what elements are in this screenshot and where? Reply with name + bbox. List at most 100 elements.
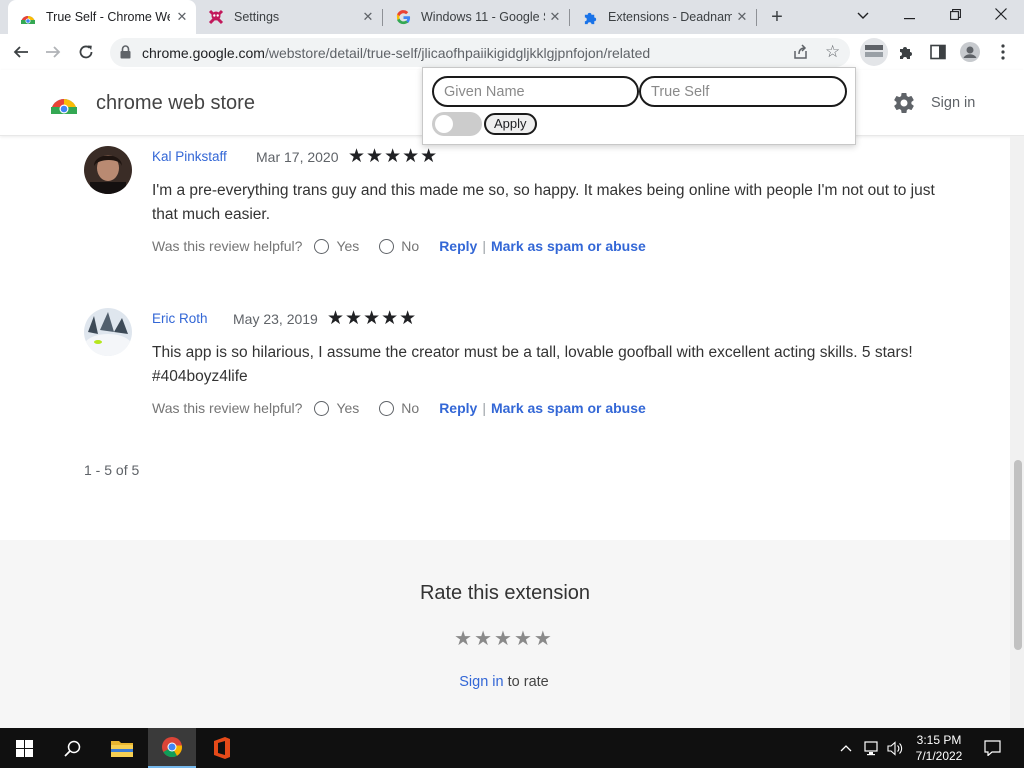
reply-link[interactable]: Reply	[439, 400, 477, 416]
review-star-rating: ★★★★★	[327, 308, 418, 329]
side-panel-icon	[930, 44, 946, 60]
helpful-yes-label: Yes	[336, 400, 360, 416]
mark-spam-link[interactable]: Mark as spam or abuse	[491, 400, 646, 416]
tab-title: True Self - Chrome Web Store	[46, 10, 170, 24]
extensions-button[interactable]	[893, 39, 919, 65]
clock-date: 7/1/2022	[915, 749, 963, 763]
review-item: Eric Roth May 23, 2019 ★★★★★ This app is…	[84, 308, 944, 428]
address-bar[interactable]: chrome.google.com/webstore/detail/true-s…	[110, 38, 850, 67]
close-tab-icon[interactable]: ✕	[734, 9, 750, 25]
google-icon	[395, 9, 411, 25]
side-panel-button[interactable]	[925, 39, 951, 65]
close-tab-icon[interactable]: ✕	[174, 9, 190, 25]
minimize-button[interactable]	[886, 0, 932, 34]
true-self-extension-icon	[865, 45, 883, 57]
taskbar-clock[interactable]: 3:15 PM 7/1/2022	[906, 732, 972, 764]
office-taskbar-button[interactable]	[198, 728, 246, 768]
search-button[interactable]	[48, 728, 96, 768]
store-title[interactable]: chrome web store	[96, 92, 255, 115]
rate-signin-line: Sign in to rate	[0, 674, 1008, 690]
file-explorer-button[interactable]	[98, 728, 146, 768]
rate-section: Rate this extension ★★★★★ Sign in to rat…	[0, 540, 1024, 728]
close-tab-icon[interactable]: ✕	[547, 9, 563, 25]
chevron-up-icon	[840, 745, 852, 752]
given-name-input[interactable]	[432, 76, 639, 107]
helpful-no-label: No	[401, 238, 420, 254]
arrow-right-icon	[46, 46, 61, 58]
tab-separator	[756, 9, 757, 26]
windows-logo-icon	[15, 739, 33, 757]
chrome-menu-button[interactable]	[990, 39, 1016, 65]
chevron-down-icon	[857, 12, 869, 19]
true-self-input[interactable]	[639, 76, 847, 107]
review-star-rating: ★★★★★	[348, 146, 439, 167]
mark-spam-link[interactable]: Mark as spam or abuse	[491, 238, 646, 254]
review-item: Kal Pinkstaff Mar 17, 2020 ★★★★★ I'm a p…	[84, 146, 944, 266]
show-hidden-icons-button[interactable]	[836, 728, 856, 768]
gear-icon[interactable]	[892, 91, 916, 120]
true-self-popup: Apply	[422, 67, 856, 145]
reload-button[interactable]	[73, 39, 99, 65]
notifications-button[interactable]	[976, 728, 1008, 768]
tab-settings[interactable]: Settings ✕	[196, 0, 382, 34]
close-tab-icon[interactable]: ✕	[360, 9, 376, 25]
pagination-summary: 1 - 5 of 5	[84, 462, 140, 478]
tab-true-self[interactable]: True Self - Chrome Web Store ✕	[8, 0, 196, 34]
windows-taskbar: 3:15 PM 7/1/2022	[0, 728, 1024, 768]
review-author[interactable]: Eric Roth	[152, 311, 208, 326]
clock-time: 3:15 PM	[916, 733, 962, 747]
chrome-taskbar-button[interactable]	[148, 728, 196, 768]
url-text: chrome.google.com/webstore/detail/true-s…	[142, 45, 650, 61]
helpful-question: Was this review helpful?	[152, 400, 303, 416]
puzzle-icon	[582, 9, 598, 25]
tab-search-button[interactable]	[840, 0, 886, 34]
start-button[interactable]	[0, 728, 48, 768]
profile-button[interactable]	[957, 39, 983, 65]
share-icon[interactable]	[793, 44, 809, 65]
arrow-left-icon	[13, 46, 28, 58]
helpful-no-radio[interactable]	[379, 238, 395, 254]
reply-link[interactable]: Reply	[439, 238, 477, 254]
helpful-no-radio[interactable]	[379, 400, 395, 416]
forward-button[interactable]	[40, 39, 66, 65]
restore-button[interactable]	[932, 0, 978, 34]
skull-icon	[208, 9, 224, 25]
back-button[interactable]	[8, 39, 34, 65]
tab-extensions[interactable]: Extensions - Deadname ✕	[570, 0, 756, 34]
helpful-question: Was this review helpful?	[152, 238, 303, 254]
chrome-web-store-icon	[20, 9, 36, 25]
url-path: /webstore/detail/true-self/jlicaofhpaiik…	[264, 45, 651, 61]
review-author[interactable]: Kal Pinkstaff	[152, 149, 227, 164]
browser-toolbar: chrome.google.com/webstore/detail/true-s…	[0, 34, 1024, 70]
restore-icon	[949, 9, 961, 20]
link-divider: |	[482, 238, 486, 254]
puzzle-icon	[900, 47, 912, 59]
volume-button[interactable]	[884, 728, 906, 768]
chrome-web-store-logo[interactable]	[50, 90, 78, 119]
profile-avatar-icon	[960, 42, 980, 62]
rate-title: Rate this extension	[419, 582, 591, 604]
tab-title: Extensions - Deadname	[608, 10, 732, 24]
helpful-yes-radio[interactable]	[314, 238, 330, 254]
sign-in-link[interactable]: Sign in	[931, 95, 975, 111]
close-icon	[995, 8, 1007, 20]
lock-icon	[120, 45, 131, 64]
helpful-no-label: No	[401, 400, 420, 416]
rate-stars-input[interactable]: ★★★★★	[0, 626, 1008, 651]
helpful-yes-radio[interactable]	[314, 400, 330, 416]
enable-toggle[interactable]	[432, 112, 482, 136]
close-window-button[interactable]	[978, 0, 1024, 34]
rate-sign-in-link[interactable]: Sign in	[459, 674, 503, 690]
url-host: chrome.google.com	[142, 45, 265, 61]
new-tab-button[interactable]: +	[764, 5, 790, 29]
reload-icon	[79, 45, 93, 59]
true-self-extension-button[interactable]	[860, 38, 888, 66]
review-text: I'm a pre-everything trans guy and this …	[152, 182, 935, 223]
scrollbar-thumb[interactable]	[1014, 460, 1022, 650]
tab-windows-11-search[interactable]: Windows 11 - Google Search ✕	[383, 0, 569, 34]
apply-button[interactable]: Apply	[484, 113, 537, 135]
bookmark-star-icon[interactable]: ☆	[825, 43, 840, 60]
network-status-button[interactable]	[860, 728, 884, 768]
search-icon	[63, 740, 80, 757]
speaker-icon	[886, 740, 902, 756]
